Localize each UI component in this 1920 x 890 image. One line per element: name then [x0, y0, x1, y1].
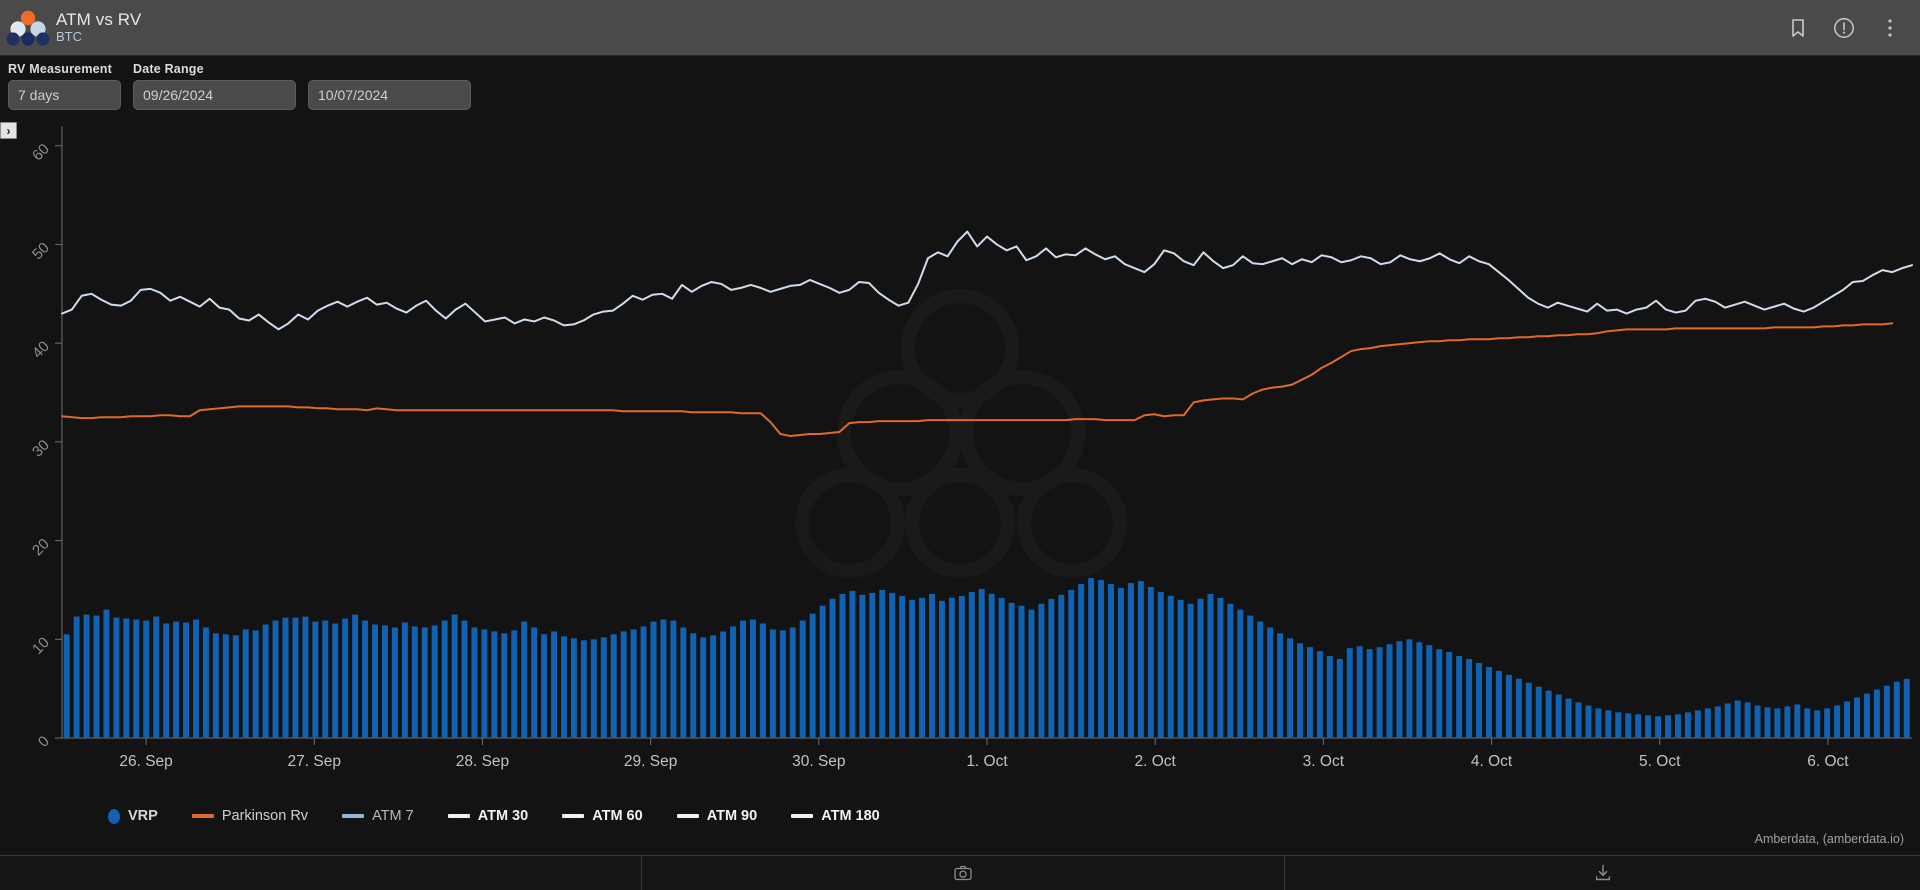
legend-item-vrp[interactable]: VRP: [108, 808, 158, 824]
vrp-bars: [63, 578, 1910, 738]
download-button[interactable]: [1285, 856, 1920, 890]
legend-item-atm-90[interactable]: ATM 90: [676, 808, 758, 824]
legend-marker-line: [791, 814, 814, 818]
svg-text:60: 60: [29, 141, 53, 165]
date-start-input[interactable]: 09/26/2024: [133, 80, 296, 110]
legend-marker-line: [342, 814, 365, 818]
legend-label: ATM 60: [592, 808, 643, 824]
date-range-label: Date Range: [133, 62, 204, 76]
svg-text:30: 30: [29, 437, 53, 461]
legend-item-atm-180[interactable]: ATM 180: [791, 808, 880, 824]
legend-label: VRP: [128, 808, 158, 824]
legend-label: Parkinson Rv: [221, 808, 309, 824]
svg-text:50: 50: [29, 239, 53, 263]
rv-measurement-select[interactable]: 7 days: [8, 80, 121, 110]
legend-item-atm-30[interactable]: ATM 30: [447, 808, 529, 824]
svg-text:6. Oct: 6. Oct: [1807, 753, 1849, 770]
title-actions: [1786, 16, 1920, 40]
title-bar: ATM vs RV BTC: [0, 0, 1920, 56]
legend-label: ATM 90: [706, 808, 758, 824]
legend-label: ATM 30: [477, 808, 529, 824]
bookmark-icon[interactable]: [1786, 16, 1810, 40]
toolbar-left-cell: [0, 856, 642, 890]
svg-text:3. Oct: 3. Oct: [1303, 753, 1345, 770]
controls-bar: RV Measurement 7 days Date Range 09/26/2…: [0, 56, 1920, 118]
page-subtitle: BTC: [56, 29, 82, 45]
svg-text:27. Sep: 27. Sep: [288, 753, 341, 770]
legend-label: ATM 180: [821, 808, 880, 824]
rv-measurement-group: RV Measurement 7 days: [8, 62, 121, 110]
legend-marker-dot: [108, 808, 120, 824]
chart-canvas[interactable]: 0 10 20 30 40 50 60 26. Sep 27. Sep 28. Sep 29. Se…: [0, 118, 1920, 850]
bottom-toolbar: [0, 855, 1920, 890]
watermark-logo: [802, 296, 1120, 571]
legend-item-atm-60[interactable]: ATM 60: [562, 808, 643, 824]
series-atm-7: [61, 230, 1913, 331]
svg-text:28. Sep: 28. Sep: [456, 753, 509, 770]
more-vertical-icon[interactable]: [1878, 16, 1902, 40]
legend-marker-line: [191, 814, 214, 818]
legend-label: ATM 7: [372, 808, 414, 824]
legend-item-parkinson-rv[interactable]: Parkinson Rv: [191, 808, 309, 824]
legend-marker-line: [447, 814, 470, 818]
date-range-group: Date Range 09/26/2024 10/07/2024: [133, 62, 471, 110]
series-parkinson-rv: [61, 322, 1894, 437]
svg-text:40: 40: [29, 338, 53, 362]
chart-plot: 0 10 20 30 40 50 60 26. Sep 27. Sep 28. Sep 29. Se…: [29, 126, 1913, 770]
chart-application: ATM vs RV BTC RV Measurement 7 days Date…: [0, 0, 1920, 890]
title-block: ATM vs RV BTC: [56, 10, 141, 45]
svg-text:1. Oct: 1. Oct: [966, 753, 1008, 770]
camera-icon: [954, 865, 972, 881]
rv-measurement-label: RV Measurement: [8, 62, 112, 76]
screenshot-button[interactable]: [642, 856, 1285, 890]
svg-text:30. Sep: 30. Sep: [792, 753, 845, 770]
expand-panel-chevron-right-icon[interactable]: ›: [0, 122, 17, 139]
svg-text:5. Oct: 5. Oct: [1639, 753, 1681, 770]
svg-text:0: 0: [35, 733, 53, 751]
svg-text:4. Oct: 4. Oct: [1471, 753, 1513, 770]
download-icon: [1595, 864, 1610, 881]
svg-text:26. Sep: 26. Sep: [119, 753, 172, 770]
legend-marker-line: [676, 814, 699, 818]
svg-text:29. Sep: 29. Sep: [624, 753, 677, 770]
svg-text:10: 10: [29, 634, 53, 658]
legend-marker-line: [562, 814, 585, 818]
page-title: ATM vs RV: [56, 10, 142, 30]
date-end-input[interactable]: 10/07/2024: [308, 80, 471, 110]
chart-credit: Amberdata, (amberdata.io): [1754, 832, 1904, 846]
amberdata-molecule-logo: [0, 0, 56, 56]
svg-text:2. Oct: 2. Oct: [1135, 753, 1177, 770]
info-circle-icon[interactable]: [1832, 16, 1856, 40]
legend-item-atm-7[interactable]: ATM 7: [342, 808, 414, 824]
svg-text:20: 20: [29, 535, 53, 559]
chart-legend: VRP Parkinson Rv ATM 7 ATM 30 ATM 60 ATM 90 AT…: [0, 800, 1920, 832]
